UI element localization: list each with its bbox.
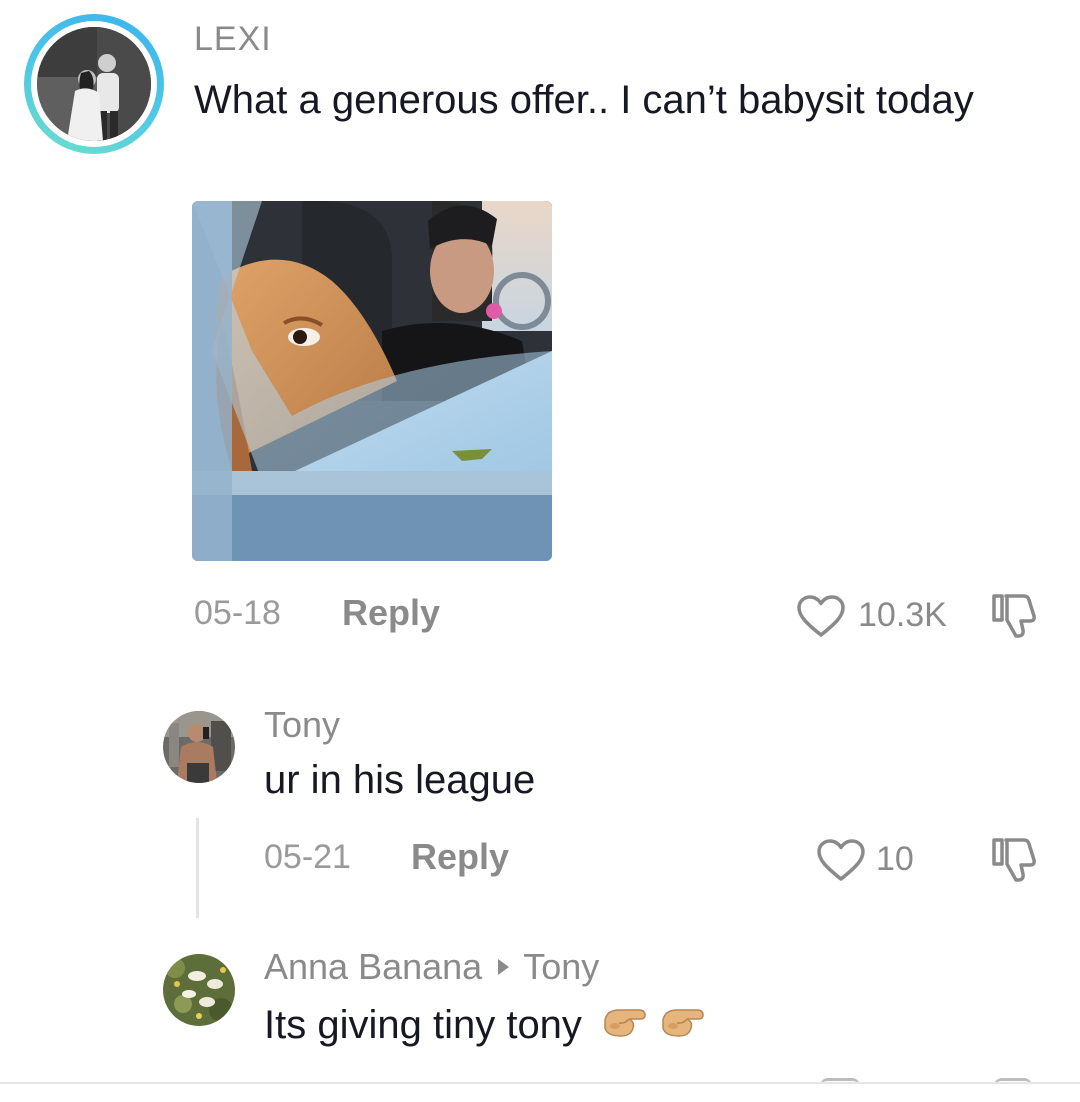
heart-icon: [797, 595, 845, 637]
comment-text: What a generous offer.. I can’t babysit …: [194, 78, 974, 122]
bottom-divider: [0, 1082, 1080, 1084]
reply-to-username[interactable]: Tony: [523, 946, 599, 987]
reply-date: 05-21: [264, 838, 351, 876]
anna-banana-avatar[interactable]: [163, 954, 235, 1026]
comment-reply-button[interactable]: Reply: [342, 592, 440, 634]
reply-username[interactable]: Tony: [264, 704, 340, 746]
comment-like-count: 10.3K: [858, 596, 947, 634]
reply-like-button[interactable]: [816, 838, 866, 887]
reply-text: Its giving tiny tony: [264, 1003, 582, 1047]
reply-username[interactable]: Anna Banana Tony: [264, 946, 599, 988]
reply-to-arrow-icon: [498, 959, 510, 976]
reply-like-count: 10: [876, 840, 914, 878]
thread-line: [196, 818, 199, 918]
reply-text: ur in his league: [264, 758, 536, 802]
thumbs-down-icon: [992, 594, 1036, 638]
comment-like-button[interactable]: [796, 594, 846, 643]
lexi-avatar[interactable]: [37, 27, 151, 141]
reply-reply-button[interactable]: Reply: [411, 836, 509, 878]
reply-dislike-button[interactable]: [990, 834, 1042, 891]
lexi-avatar-ring[interactable]: [24, 14, 164, 154]
pinching-hand-emoji-icon: [657, 1002, 709, 1052]
attached-image-dog-in-car[interactable]: [192, 201, 552, 561]
thumbs-down-icon: [992, 838, 1036, 882]
heart-icon: [817, 839, 865, 881]
comment-dislike-button[interactable]: [990, 590, 1042, 647]
comment-username[interactable]: LEXI: [194, 20, 272, 59]
tony-avatar[interactable]: [163, 711, 235, 783]
pinching-hand-emoji-icon: [599, 1002, 651, 1052]
reply-text-row: Its giving tiny tony: [264, 1002, 709, 1052]
reply-author[interactable]: Anna Banana: [264, 946, 482, 987]
comment-date: 05-18: [194, 594, 281, 632]
